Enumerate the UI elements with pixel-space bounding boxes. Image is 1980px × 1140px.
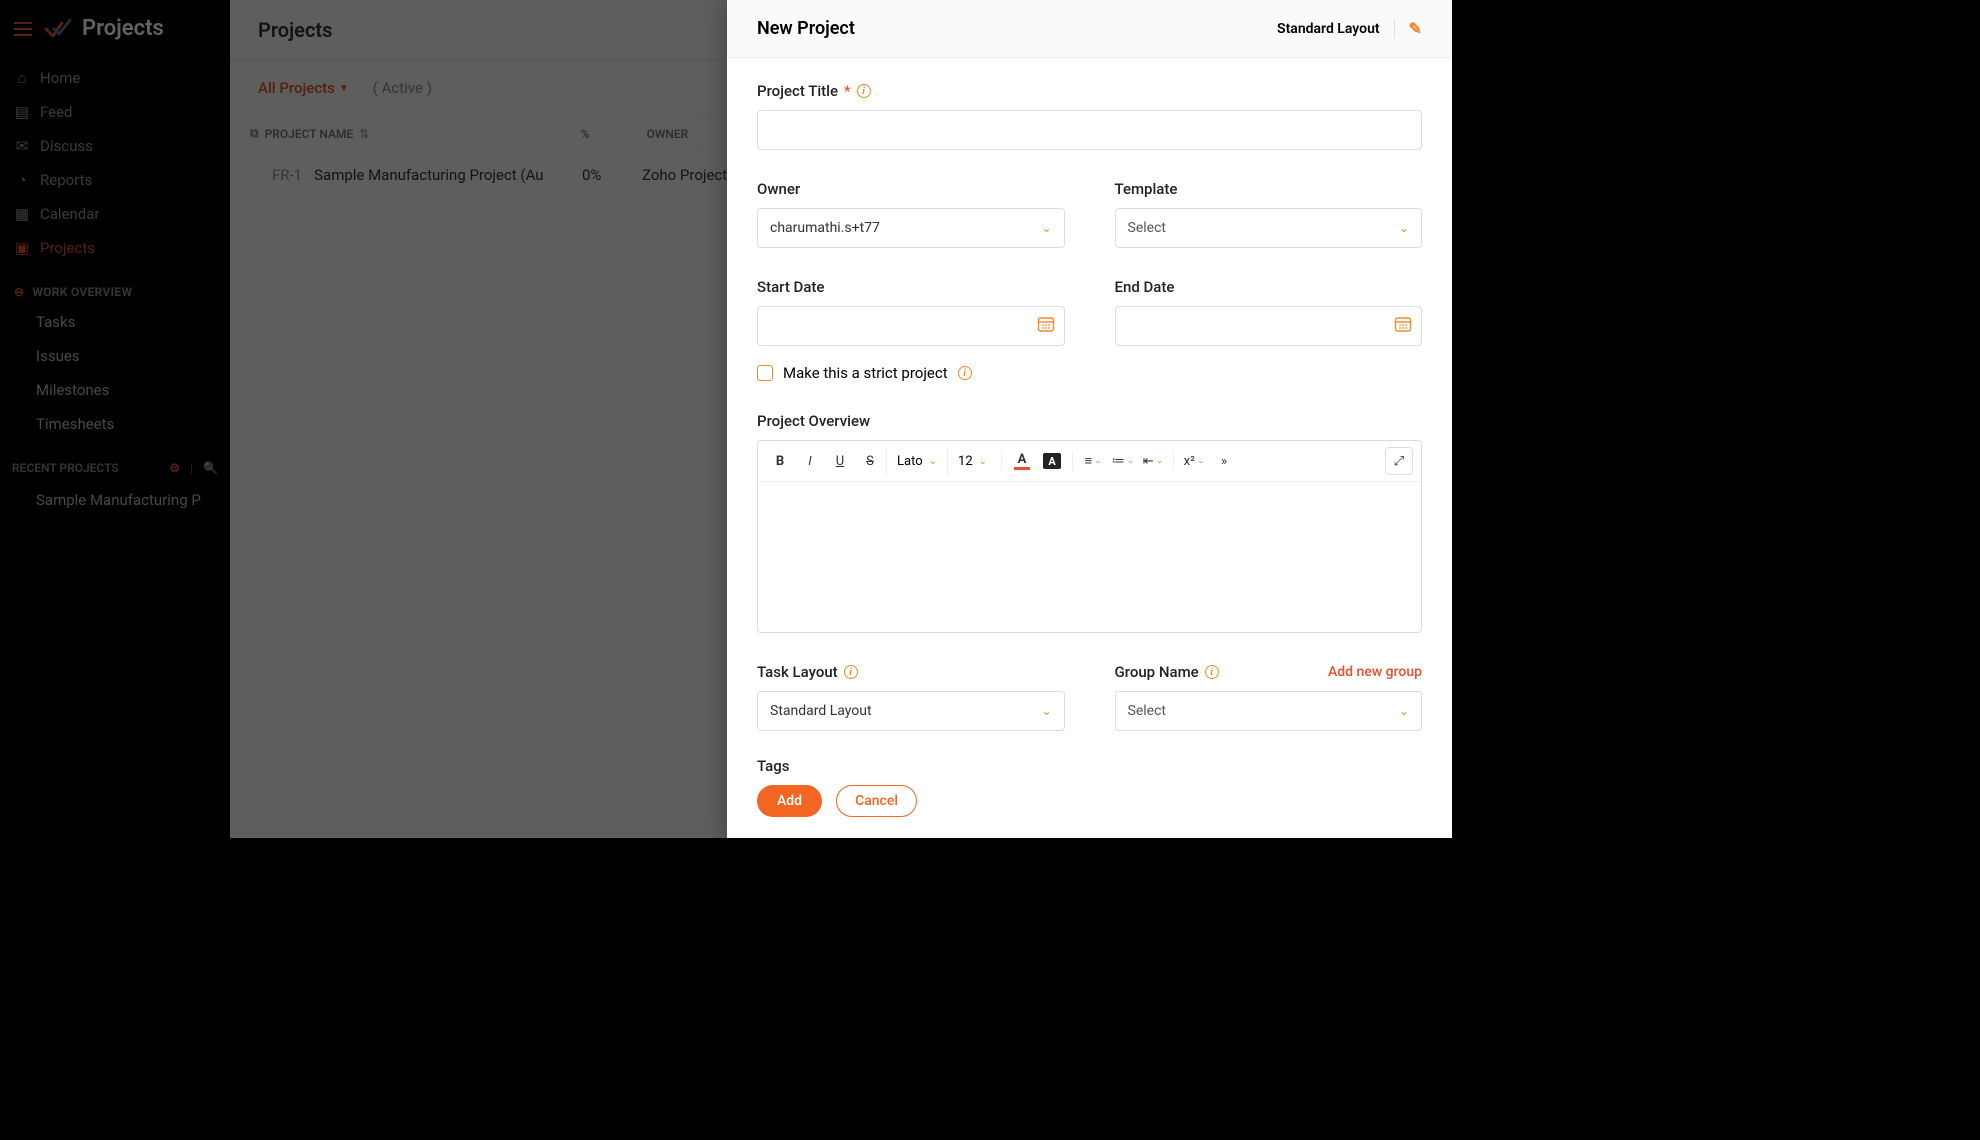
end-date-input[interactable] [1115, 306, 1423, 346]
group-name-label: Group Name [1115, 663, 1199, 681]
more-tools-button[interactable]: » [1210, 447, 1238, 475]
end-date-label: End Date [1115, 278, 1175, 296]
align-button[interactable]: ≡⌄ [1079, 447, 1107, 475]
drawer-title: New Project [757, 18, 855, 39]
highlight-button[interactable]: A [1038, 447, 1066, 475]
layout-label[interactable]: Standard Layout [1277, 21, 1380, 37]
strict-project-label: Make this a strict project [783, 364, 948, 382]
font-size-select[interactable]: 12⌄ [947, 447, 995, 475]
add-new-group-link[interactable]: Add new group [1328, 664, 1422, 680]
font-family-select[interactable]: Lato⌄ [886, 447, 945, 475]
cancel-button[interactable]: Cancel [836, 785, 917, 817]
group-name-select[interactable]: Select ⌄ [1115, 691, 1423, 731]
indent-button[interactable]: ⇤⌄ [1139, 447, 1167, 475]
tags-label: Tags [757, 757, 789, 775]
task-layout-label: Task Layout [757, 663, 838, 681]
start-date-input[interactable] [757, 306, 1065, 346]
bold-button[interactable]: B [766, 447, 794, 475]
chevron-down-icon: ⌄ [1399, 704, 1409, 718]
calendar-icon[interactable] [1037, 315, 1055, 337]
font-color-button[interactable]: A [1008, 447, 1036, 475]
underline-button[interactable]: U [826, 447, 854, 475]
info-icon[interactable]: i [844, 665, 858, 679]
overview-editor: B I U S Lato⌄ 12⌄ A A ≡⌄ ≔⌄ ⇤⌄ x²⌄ » [757, 440, 1422, 633]
template-select[interactable]: Select ⌄ [1115, 208, 1423, 248]
chevron-down-icon: ⌄ [1041, 704, 1051, 718]
info-icon[interactable]: i [1205, 665, 1219, 679]
chevron-down-icon: ⌄ [1399, 221, 1409, 235]
owner-select[interactable]: charumathi.s+t77 ⌄ [757, 208, 1065, 248]
strict-project-checkbox[interactable] [757, 365, 773, 381]
superscript-button[interactable]: x²⌄ [1180, 447, 1208, 475]
info-icon[interactable]: i [857, 84, 871, 98]
overview-textarea[interactable] [758, 482, 1421, 632]
calendar-icon[interactable] [1394, 315, 1412, 337]
overview-label: Project Overview [757, 412, 870, 430]
strikethrough-button[interactable]: S [856, 447, 884, 475]
project-title-label: Project Title [757, 82, 838, 100]
list-button[interactable]: ≔⌄ [1109, 447, 1137, 475]
chevron-down-icon: ⌄ [1041, 221, 1051, 235]
owner-label: Owner [757, 180, 800, 198]
new-project-drawer: New Project Standard Layout ✎ Project Ti… [727, 0, 1452, 838]
italic-button[interactable]: I [796, 447, 824, 475]
info-icon[interactable]: i [958, 366, 972, 380]
template-label: Template [1115, 180, 1178, 198]
start-date-label: Start Date [757, 278, 824, 296]
add-button[interactable]: Add [757, 785, 822, 817]
expand-editor-button[interactable]: ⤢ [1385, 447, 1413, 475]
task-layout-select[interactable]: Standard Layout ⌄ [757, 691, 1065, 731]
project-title-input[interactable] [757, 110, 1422, 150]
edit-layout-icon[interactable]: ✎ [1394, 19, 1422, 38]
